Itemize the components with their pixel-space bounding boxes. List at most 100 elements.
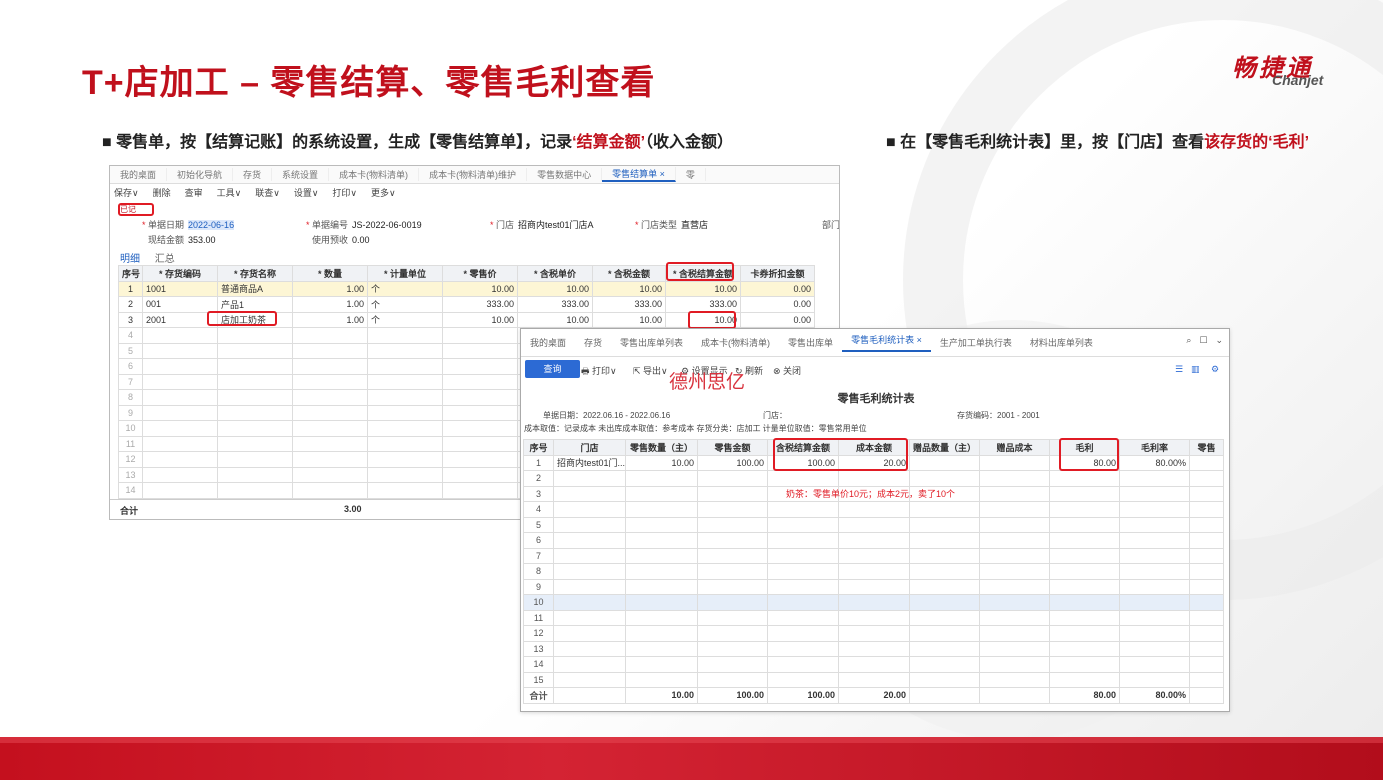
tab-item[interactable]: 我的桌面 — [110, 168, 168, 181]
gear-icon[interactable]: ⚙ — [1211, 364, 1219, 375]
table-row[interactable]: 7 — [523, 547, 1224, 564]
close-button[interactable]: ⊗ 关闭 — [773, 364, 801, 377]
date-field[interactable]: * 单据日期 2022-06-16 — [142, 218, 235, 231]
dept-field[interactable]: 部门 — [822, 218, 839, 231]
store-field[interactable]: * 门店 招商内test01门店A — [490, 218, 594, 231]
toolbar-button[interactable]: 联查∨ — [255, 186, 280, 199]
toolbar-button[interactable]: 设置∨ — [294, 186, 319, 199]
toolbar-button[interactable]: 查审 — [185, 186, 203, 199]
tab-item[interactable]: 成本卡(物料清单) — [692, 336, 779, 349]
bill-code-field[interactable]: * 单据编号 JS-2022-06-0019 — [306, 218, 422, 231]
table-cell — [838, 501, 910, 518]
list-icon[interactable]: ☰ — [1175, 364, 1183, 375]
table-row[interactable]: 2 — [523, 470, 1224, 487]
table-row[interactable]: 6 — [523, 532, 1224, 549]
tab-summary[interactable]: 汇总 — [155, 254, 175, 265]
table-row[interactable]: 8 — [523, 563, 1224, 580]
table-cell — [292, 404, 368, 421]
tab-item[interactable]: 初始化导航 — [167, 168, 234, 181]
table-cell: 13 — [118, 466, 143, 483]
table-cell — [292, 466, 368, 483]
annotation-note: 奶茶：零售单价10元；成本2元，卖了10个 — [786, 489, 956, 499]
table-cell — [909, 609, 980, 626]
maximize-icon[interactable]: ☐ — [1199, 335, 1207, 346]
table-row[interactable]: 14 — [523, 656, 1224, 673]
tab-item[interactable]: 系统设置 — [272, 168, 330, 181]
table-cell — [553, 625, 626, 642]
settle-amount-field[interactable]: 现结金额 353.00 — [148, 233, 216, 246]
table-row[interactable]: 9 — [523, 578, 1224, 595]
table-cell — [625, 609, 698, 626]
table-cell — [909, 563, 980, 580]
table-cell: 10 — [523, 594, 554, 611]
table-cell — [697, 547, 768, 564]
table-row[interactable]: 11 — [523, 609, 1224, 626]
column-header: * 存货名称 — [217, 265, 293, 282]
tab-item[interactable]: 成本卡(物料清单)维护 — [419, 168, 528, 181]
tab-item[interactable]: 我的桌面 — [521, 336, 575, 349]
table-row[interactable]: 13 — [523, 640, 1224, 657]
table-cell — [142, 389, 218, 406]
table-cell: 2 — [118, 296, 143, 313]
tab-item[interactable]: 零 — [676, 168, 706, 181]
export-button[interactable]: ⇱ 导出∨ — [633, 364, 668, 377]
toolbar-button[interactable]: 删除 — [153, 186, 171, 199]
table-cell: 11 — [523, 609, 554, 626]
tab-item[interactable]: 成本卡(物料清单) — [329, 168, 420, 181]
total-qty: 3.00 — [344, 504, 362, 514]
tab-item[interactable]: 存货 — [575, 336, 611, 349]
chevron-down-icon[interactable]: ⌄ — [1215, 335, 1223, 346]
tab-item[interactable]: 零售数据中心 — [527, 168, 603, 181]
highlight-box — [666, 262, 734, 281]
table-cell: 80.00 — [1049, 687, 1120, 704]
chart-icon[interactable]: ▥ — [1191, 364, 1200, 375]
table-cell — [625, 640, 698, 657]
table-row[interactable]: 合计 10.00 100.00 100.00 20.00 80.00 80.00% — [523, 687, 1224, 704]
table-cell — [217, 451, 293, 468]
table-cell: 个 — [367, 280, 443, 297]
table-cell — [442, 404, 518, 421]
bullet-highlight: 该存货的‘毛利’ — [1204, 134, 1310, 151]
tab-item[interactable]: 存货 — [233, 168, 273, 181]
table-row[interactable]: 15 — [523, 671, 1224, 688]
tab-item[interactable]: 零售出库单列表 — [611, 336, 692, 349]
column-header: * 零售价 — [442, 265, 518, 282]
table-cell — [367, 389, 443, 406]
table-cell: 8 — [118, 389, 143, 406]
toolbar-button[interactable]: 打印∨ — [332, 186, 357, 199]
table-cell — [1189, 501, 1224, 518]
table-cell — [909, 516, 980, 533]
table-cell — [697, 609, 768, 626]
table-row[interactable]: 2 001 产品1 1.00 个 333.00 333.00 333.00 333.00 0.00 — [118, 296, 815, 313]
tab-item[interactable]: 零售毛利统计表 × — [842, 333, 931, 352]
table-row[interactable]: 5 — [523, 516, 1224, 533]
toolbar-button[interactable]: 更多∨ — [371, 186, 396, 199]
table-row[interactable]: 12 — [523, 625, 1224, 642]
tab-item[interactable]: 零售出库单 — [779, 336, 842, 349]
store-type-field[interactable]: * 门店类型 直营店 — [635, 218, 708, 231]
search-icon[interactable]: ⌕ — [1186, 335, 1191, 346]
table-cell — [142, 466, 218, 483]
table-row[interactable]: 10 — [523, 594, 1224, 611]
toolbar-button[interactable]: 工具∨ — [217, 186, 242, 199]
table-cell — [767, 547, 839, 564]
table-row[interactable]: 4 — [523, 501, 1224, 518]
table-cell: 2 — [523, 470, 554, 487]
table-cell — [767, 470, 839, 487]
tab-item[interactable]: 生产加工单执行表 — [931, 336, 1021, 349]
prepay-field[interactable]: 使用预收 0.00 — [312, 233, 370, 246]
table-cell — [367, 451, 443, 468]
tab-item[interactable]: 材料出库单列表 — [1021, 336, 1102, 349]
print-button[interactable]: 🖶 打印∨ — [581, 364, 617, 380]
table-cell: 100.00 — [697, 454, 768, 471]
table-cell — [1189, 516, 1224, 533]
tab-item[interactable]: 零售结算单 × — [602, 167, 676, 182]
table-cell — [838, 470, 910, 487]
toolbar-button[interactable]: 保存∨ — [114, 186, 139, 199]
table-cell — [1119, 640, 1190, 657]
table-cell — [838, 594, 910, 611]
table-cell — [979, 485, 1050, 502]
table-row[interactable]: 1 1001 普通商品A 1.00 个 10.00 10.00 10.00 10.00 0.00 — [118, 280, 815, 297]
table-cell — [1119, 578, 1190, 595]
query-button[interactable]: 查询 — [525, 360, 580, 378]
